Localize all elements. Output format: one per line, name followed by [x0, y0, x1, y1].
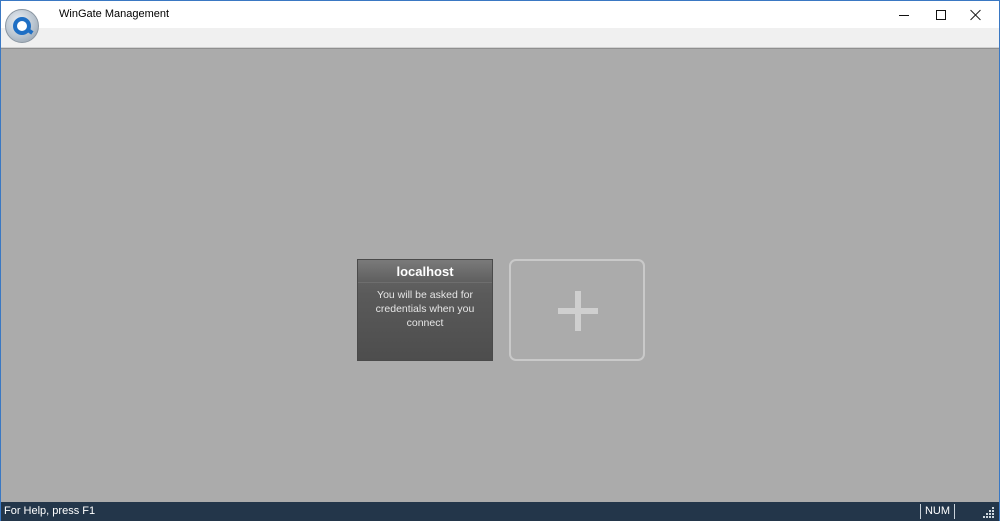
- app-window: WinGate Management localhost You will be…: [0, 0, 1000, 521]
- status-help-text: For Help, press F1: [4, 505, 96, 517]
- status-separator: [920, 504, 921, 519]
- ribbon-bar: [1, 28, 999, 48]
- num-lock-indicator: NUM: [924, 505, 951, 517]
- wingate-logo-icon[interactable]: [5, 9, 39, 43]
- maximize-icon: [936, 9, 946, 20]
- resize-grip-icon[interactable]: [983, 507, 995, 519]
- plus-icon: [558, 291, 598, 331]
- server-card-title: localhost: [396, 263, 454, 279]
- minimize-icon: [899, 14, 909, 16]
- server-card-localhost[interactable]: localhost You will be asked for credenti…: [357, 259, 493, 361]
- status-separator: [954, 504, 955, 519]
- add-server-button[interactable]: [509, 259, 645, 361]
- title-bar[interactable]: WinGate Management: [1, 1, 999, 28]
- close-button[interactable]: [959, 1, 993, 28]
- maximize-button[interactable]: [924, 1, 958, 28]
- server-card-header: localhost: [358, 260, 492, 283]
- server-card-description: You will be asked for credentials when y…: [375, 289, 475, 329]
- close-icon: [970, 9, 982, 21]
- minimize-button[interactable]: [887, 1, 921, 28]
- server-selection-area: localhost You will be asked for credenti…: [1, 49, 999, 502]
- window-title: WinGate Management: [59, 8, 170, 20]
- status-bar: For Help, press F1 NUM: [1, 502, 999, 521]
